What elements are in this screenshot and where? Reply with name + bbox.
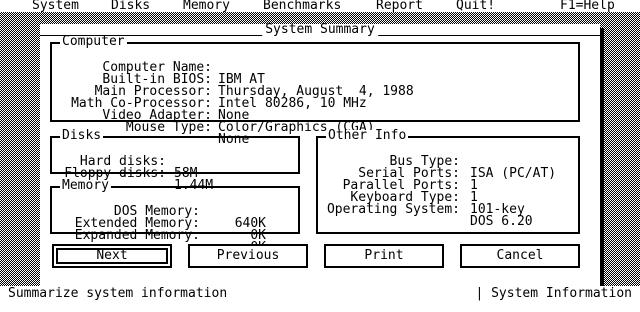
expanded-memory-label: Expanded Memory: <box>74 228 200 243</box>
computer-group: Computer Computer Name: IBM AT Built-in … <box>50 35 580 146</box>
status-context: | System Information <box>475 286 632 301</box>
dos-memory-row: DOS Memory: 640K <box>52 194 266 230</box>
other-info-group: Other Info Bus Type: ISA (PC/AT) Serial … <box>316 129 580 234</box>
keyboard-type-row: Keyboard Type: 101-key <box>318 180 524 216</box>
desktop-background: System Summary Computer Computer Name: I… <box>0 12 640 290</box>
hard-disks-row: Hard disks: 58M <box>52 144 198 180</box>
operating-system-value: DOS 6.20 <box>470 214 533 229</box>
status-message: Summarize system information <box>8 286 228 301</box>
menu-quit[interactable]: Quit! <box>456 0 495 12</box>
bus-type-row: Bus Type: ISA (PC/AT) <box>318 144 557 180</box>
floppy-disks-row: Floppy disks: 1.44M <box>52 156 213 192</box>
memory-group-title: Memory <box>60 178 111 193</box>
bus-type-value: ISA (PC/AT) <box>470 166 557 181</box>
disks-group-title: Disks <box>60 128 104 143</box>
operating-system-label: Operating System: <box>326 202 460 217</box>
menu-memory[interactable]: Memory <box>183 0 230 12</box>
disks-group: Disks Hard disks: 58M Floppy disks: 1.44… <box>50 129 300 192</box>
video-row: Video Adapter: Color/Graphics (CGA) <box>52 98 374 134</box>
computer-group-title: Computer <box>60 34 127 49</box>
parallel-ports-row: Parallel Ports: 1 <box>318 168 478 204</box>
expanded-memory-row: Expanded Memory: 0K <box>52 218 266 254</box>
coprocessor-row: Math Co-Processor: None <box>52 86 249 122</box>
menu-disks[interactable]: Disks <box>111 0 150 12</box>
next-button[interactable]: Next <box>52 244 172 268</box>
menu-bar: System Disks Memory Benchmarks Report Qu… <box>0 0 640 12</box>
serial-ports-row: Serial Ports: 1 <box>318 156 478 192</box>
bios-row: Built-in BIOS: Thursday, August 4, 1988 <box>52 62 413 98</box>
mouse-row: Mouse Type: None <box>52 110 249 146</box>
menu-report[interactable]: Report <box>376 0 423 12</box>
window-title: System Summary <box>262 23 378 36</box>
menu-benchmarks[interactable]: Benchmarks <box>263 0 341 12</box>
status-bar: Summarize system information | System In… <box>0 286 640 312</box>
computer-name-row: Computer Name: IBM AT <box>52 50 265 86</box>
extended-memory-row: Extended Memory: 0K <box>52 206 266 242</box>
menu-system[interactable]: System <box>32 0 79 12</box>
other-info-group-title: Other Info <box>326 128 409 143</box>
system-summary-window: System Summary Computer Computer Name: I… <box>40 23 600 286</box>
processor-row: Main Processor: Intel 80286, 10 MHz <box>52 74 367 110</box>
cancel-button[interactable]: Cancel <box>460 244 580 268</box>
print-button[interactable]: Print <box>324 244 444 268</box>
previous-button[interactable]: Previous <box>188 244 308 268</box>
help-hint[interactable]: F1=Help <box>560 0 615 12</box>
memory-group: Memory DOS Memory: 640K Extended Memory:… <box>50 179 300 254</box>
operating-system-row: Operating System: DOS 6.20 <box>318 192 533 228</box>
